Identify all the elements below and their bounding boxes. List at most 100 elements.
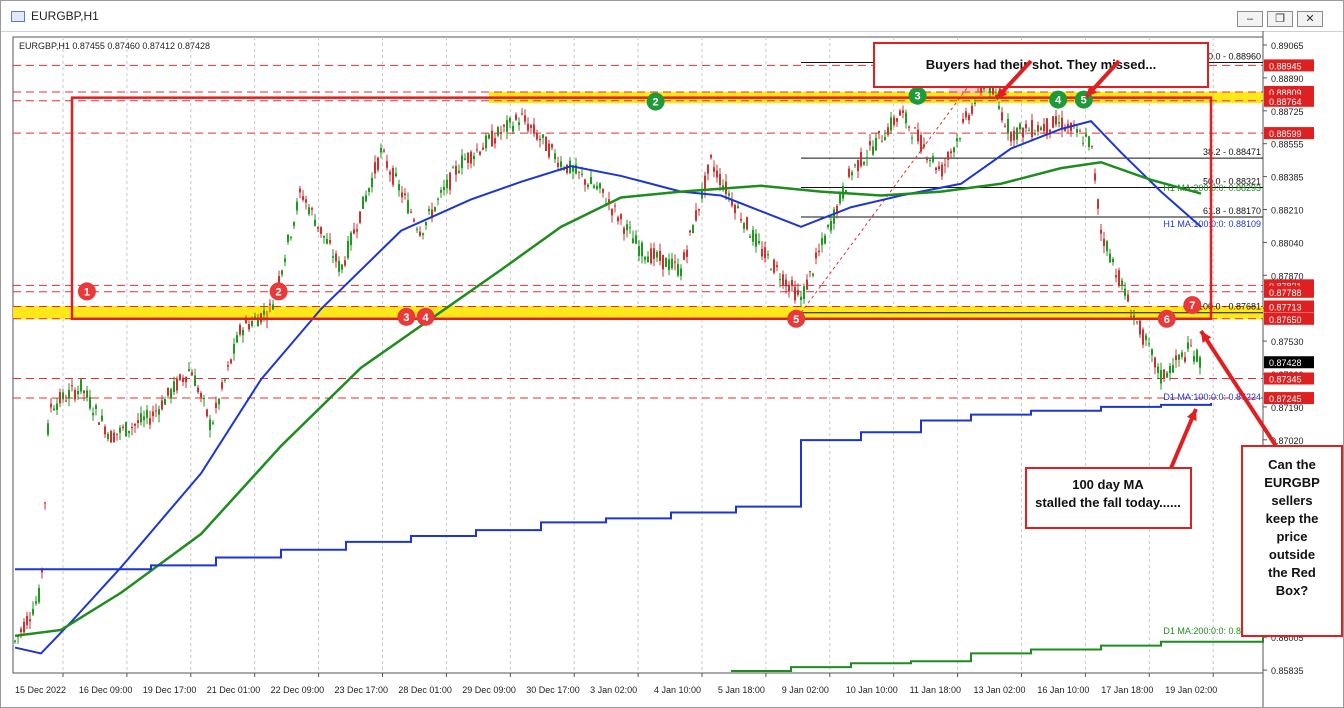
candle-body bbox=[506, 120, 508, 132]
candle-body bbox=[707, 164, 709, 174]
y-tick-label: 0.87530 bbox=[1271, 337, 1304, 347]
candle-body bbox=[800, 296, 802, 301]
x-tick-label: 11 Jan 18:00 bbox=[910, 685, 961, 695]
candle-body bbox=[98, 422, 100, 425]
candle-body bbox=[1139, 320, 1141, 335]
candle-body bbox=[812, 273, 814, 276]
candle-body bbox=[644, 257, 646, 260]
candle-body bbox=[533, 124, 535, 134]
candle-body bbox=[1175, 355, 1177, 361]
candle-body bbox=[662, 254, 664, 270]
candle-body bbox=[791, 279, 793, 287]
candle-body bbox=[788, 284, 790, 292]
candle-body bbox=[239, 325, 241, 335]
x-tick-label: 9 Jan 02:00 bbox=[782, 685, 829, 695]
candle-body bbox=[95, 405, 97, 409]
candle-body bbox=[767, 254, 769, 256]
candle-body bbox=[236, 335, 238, 343]
candle-body bbox=[1109, 253, 1111, 263]
candle-body bbox=[65, 400, 67, 402]
touch-point-label: 2 bbox=[653, 97, 659, 109]
y-tick-label: 0.88555 bbox=[1271, 140, 1304, 150]
candle-body bbox=[641, 242, 643, 257]
restore-button[interactable]: ❐ bbox=[1267, 11, 1293, 27]
candle-body bbox=[1052, 116, 1054, 128]
candle-body bbox=[917, 129, 919, 142]
candle-body bbox=[491, 130, 493, 147]
price-marker: 0.87345 bbox=[1264, 372, 1314, 385]
candle-body bbox=[566, 164, 568, 173]
close-button[interactable]: ✕ bbox=[1297, 11, 1323, 27]
minimize-button[interactable]: – bbox=[1237, 11, 1263, 27]
candle-body bbox=[497, 127, 499, 136]
candle-body bbox=[1178, 354, 1180, 360]
candle-body bbox=[881, 141, 883, 143]
candle-body bbox=[176, 379, 178, 391]
candle-body bbox=[593, 185, 595, 188]
candle-body bbox=[290, 237, 292, 239]
candle-body bbox=[404, 193, 406, 196]
candle-body bbox=[305, 199, 307, 203]
candle-body bbox=[194, 375, 196, 387]
candle-body bbox=[962, 118, 964, 123]
candle-body bbox=[374, 162, 376, 174]
candle-body bbox=[530, 124, 532, 128]
candle-body bbox=[1169, 366, 1171, 374]
candle-body bbox=[230, 359, 232, 364]
candle-body bbox=[509, 117, 511, 123]
candle-body bbox=[773, 259, 775, 273]
candle-body bbox=[1106, 241, 1108, 252]
candle-body bbox=[32, 608, 34, 615]
candle-body bbox=[839, 192, 841, 204]
x-tick-label: 29 Dec 09:00 bbox=[462, 685, 516, 695]
candle-body bbox=[1142, 329, 1144, 345]
candle-body bbox=[743, 223, 745, 229]
candle-body bbox=[902, 110, 904, 113]
candle-body bbox=[1049, 129, 1051, 133]
red-touch-point: 2 bbox=[269, 282, 288, 301]
candle-body bbox=[500, 132, 502, 134]
candle-body bbox=[587, 184, 589, 187]
red-touch-point: 3 bbox=[397, 307, 416, 326]
candle-body bbox=[473, 155, 475, 160]
candle-body bbox=[113, 432, 115, 443]
candle-body bbox=[314, 219, 316, 226]
candle-body bbox=[818, 250, 820, 253]
candle-body bbox=[632, 238, 634, 244]
chart-window-icon bbox=[11, 11, 25, 22]
candle-body bbox=[1196, 349, 1198, 362]
candle-body bbox=[689, 230, 691, 233]
candle-body bbox=[932, 156, 934, 162]
price-marker: 0.87788 bbox=[1264, 285, 1314, 298]
candle-body bbox=[401, 192, 403, 198]
price-chart[interactable]: 0.0 - 0.8896038.2 - 0.8847150.0 - 0.8832… bbox=[1, 31, 1343, 707]
candle-body bbox=[125, 422, 127, 437]
candle-body bbox=[734, 204, 736, 214]
candle-body bbox=[323, 235, 325, 238]
candle-body bbox=[626, 224, 628, 231]
candle-body bbox=[1121, 280, 1123, 286]
y-tick-label: 0.88725 bbox=[1271, 107, 1304, 117]
price-marker-label: 0.87345 bbox=[1269, 374, 1302, 384]
candle-body bbox=[101, 415, 103, 421]
candle-body bbox=[557, 162, 559, 167]
candle-body bbox=[536, 133, 538, 140]
candle-body bbox=[503, 124, 505, 127]
x-tick-label: 22 Dec 09:00 bbox=[271, 685, 325, 695]
candle-body bbox=[455, 165, 457, 175]
candle-body bbox=[287, 234, 289, 242]
window-title: EURGBP,H1 bbox=[31, 9, 99, 23]
candle-body bbox=[1103, 238, 1105, 246]
candle-body bbox=[308, 207, 310, 215]
candle-body bbox=[887, 127, 889, 135]
candle-body bbox=[494, 138, 496, 144]
y-tick-label: 0.89065 bbox=[1271, 41, 1304, 51]
candle-body bbox=[830, 220, 832, 231]
candle-body bbox=[806, 279, 808, 290]
candle-body bbox=[551, 144, 553, 148]
candle-body bbox=[215, 402, 217, 409]
x-tick-label: 30 Dec 17:00 bbox=[526, 685, 580, 695]
candle-body bbox=[647, 256, 649, 263]
candle-body bbox=[371, 177, 373, 188]
candle-body bbox=[737, 206, 739, 209]
